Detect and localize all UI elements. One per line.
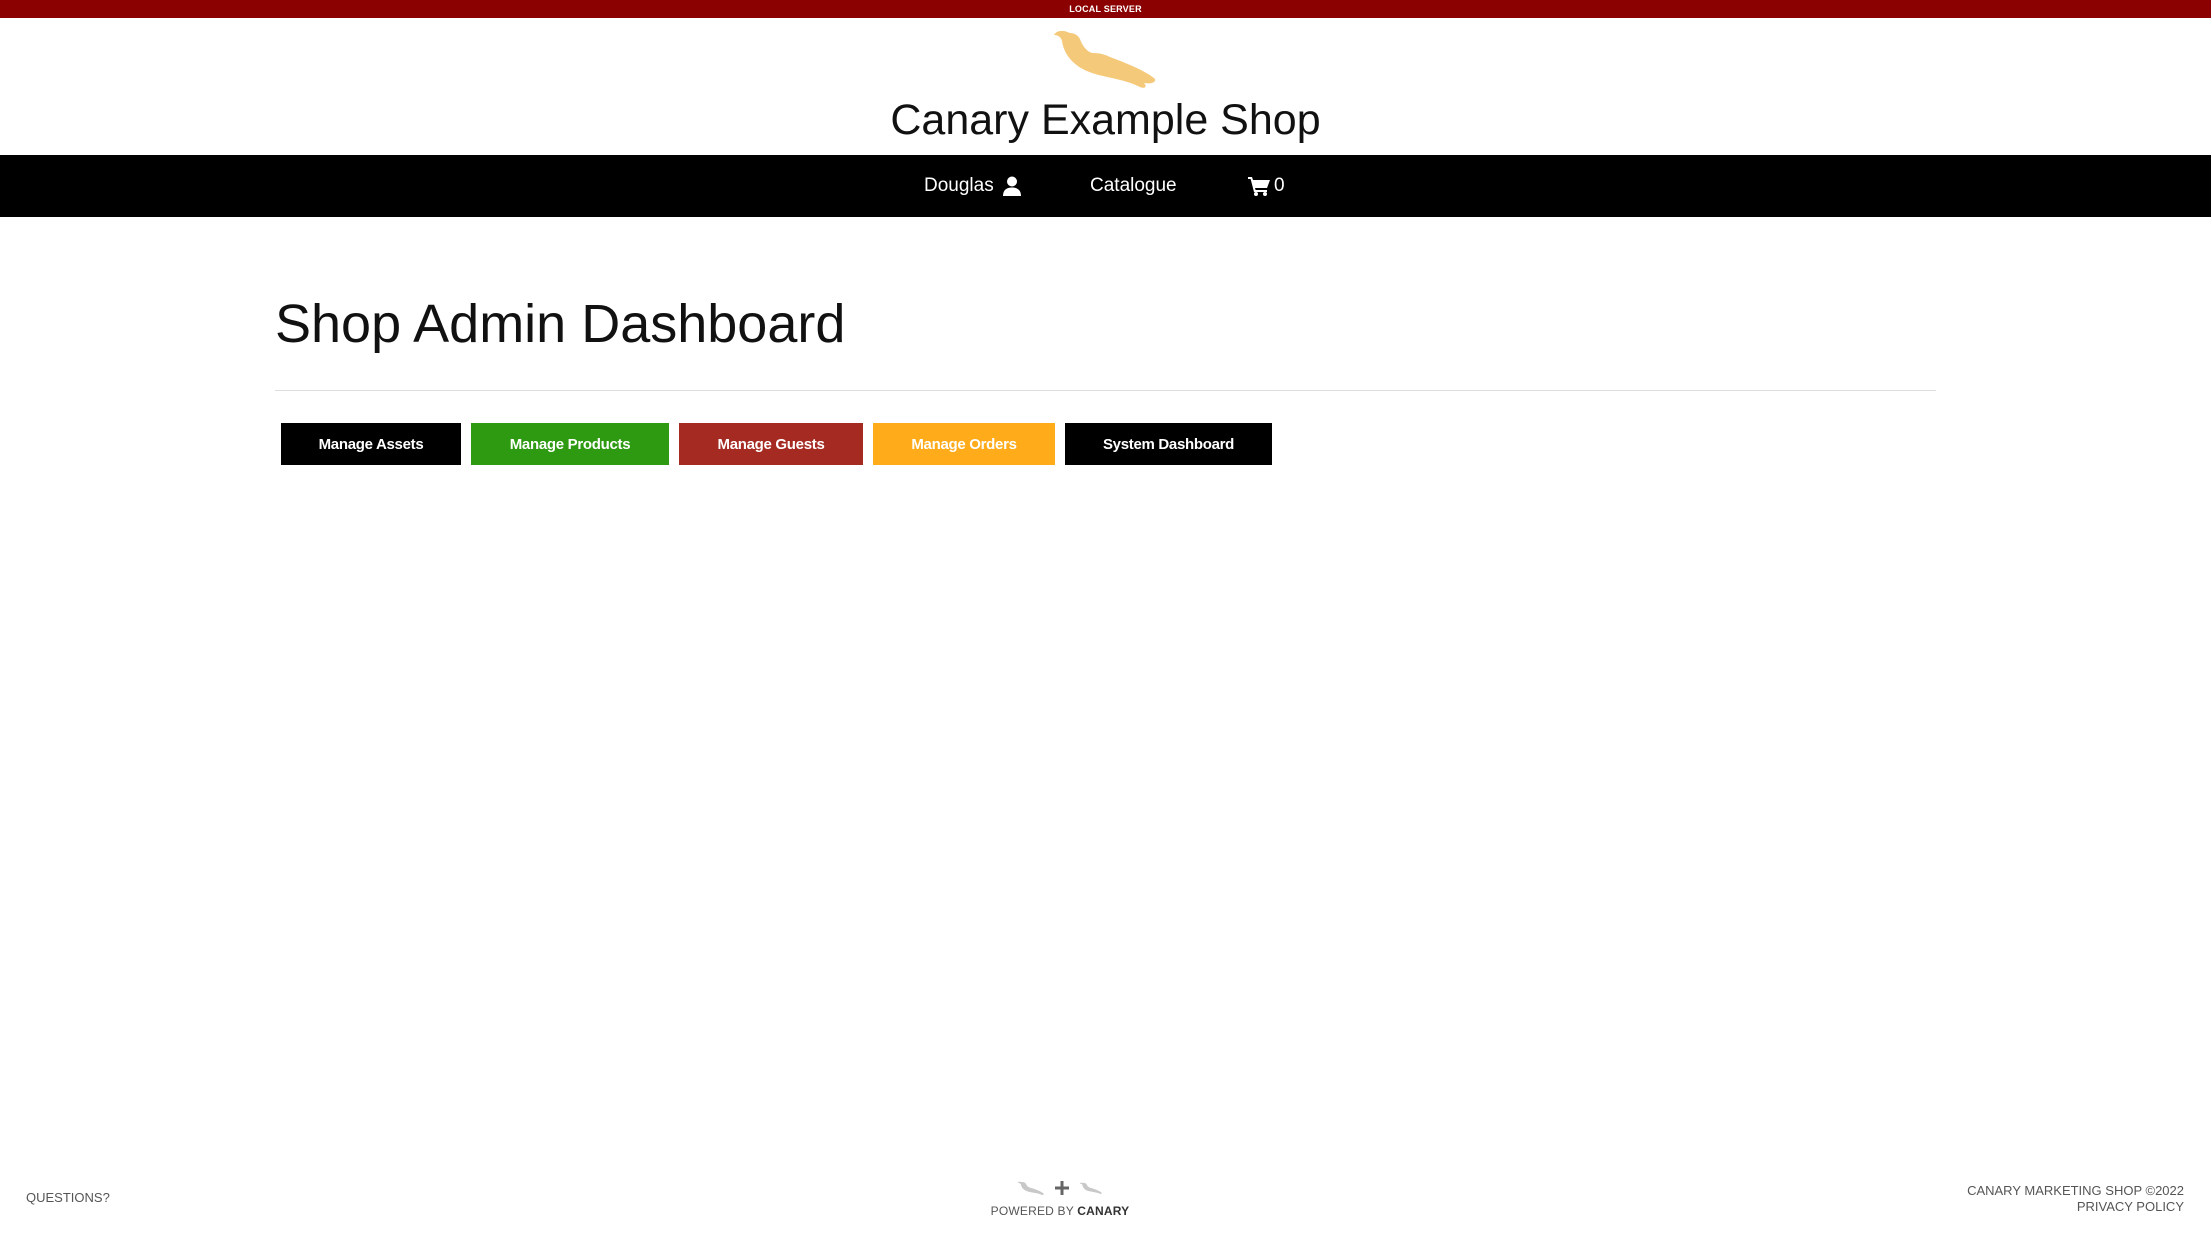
nav-account-link[interactable]: Douglas: [924, 155, 1021, 217]
footer-legal: CANARY MARKETING SHOP ©2022 PRIVACY POLI…: [1967, 1183, 2184, 1215]
powered-by[interactable]: POWERED BY CANARY: [940, 1178, 1180, 1218]
manage-assets-button[interactable]: Manage Assets: [281, 423, 461, 465]
privacy-policy-link[interactable]: PRIVACY POLICY: [1967, 1199, 2184, 1215]
environment-banner: LOCAL SERVER: [0, 0, 2211, 18]
system-dashboard-button[interactable]: System Dashboard: [1065, 423, 1272, 465]
canary-mark-icon: [1080, 1182, 1102, 1194]
footer-logo-marks: [940, 1178, 1180, 1198]
main-navbar: Douglas Catalogue 0: [0, 155, 2211, 217]
nav-cart-link[interactable]: 0: [1248, 155, 1285, 217]
manage-products-button[interactable]: Manage Products: [471, 423, 669, 465]
nav-catalogue-label: Catalogue: [1090, 175, 1177, 196]
nav-user-name: Douglas: [924, 175, 994, 196]
powered-by-prefix: POWERED BY: [990, 1204, 1074, 1218]
site-title[interactable]: Canary Example Shop: [0, 95, 2211, 145]
manage-guests-button[interactable]: Manage Guests: [679, 423, 863, 465]
manage-orders-button[interactable]: Manage Orders: [873, 423, 1055, 465]
page: LOCAL SERVER Canary Example Shop Douglas…: [0, 0, 2211, 1240]
nav-catalogue-link[interactable]: Catalogue: [1090, 155, 1177, 217]
user-icon: [1002, 176, 1021, 196]
canary-bird-logo-icon[interactable]: [1052, 27, 1156, 89]
powered-by-brand: CANARY: [1077, 1204, 1130, 1218]
site-header: Canary Example Shop: [0, 18, 2211, 155]
questions-link[interactable]: QUESTIONS?: [26, 1190, 110, 1205]
title-divider: [275, 390, 1936, 391]
powered-by-text: POWERED BY CANARY: [940, 1204, 1180, 1218]
environment-label: LOCAL SERVER: [1069, 4, 1142, 14]
page-title: Shop Admin Dashboard: [275, 294, 846, 354]
cart-count: 0: [1274, 175, 1285, 196]
bird-mark-icon: [1018, 1181, 1044, 1195]
plus-icon: [1055, 1181, 1069, 1195]
copyright-text: CANARY MARKETING SHOP ©2022: [1967, 1183, 2184, 1198]
shopping-cart-icon: [1248, 177, 1270, 196]
